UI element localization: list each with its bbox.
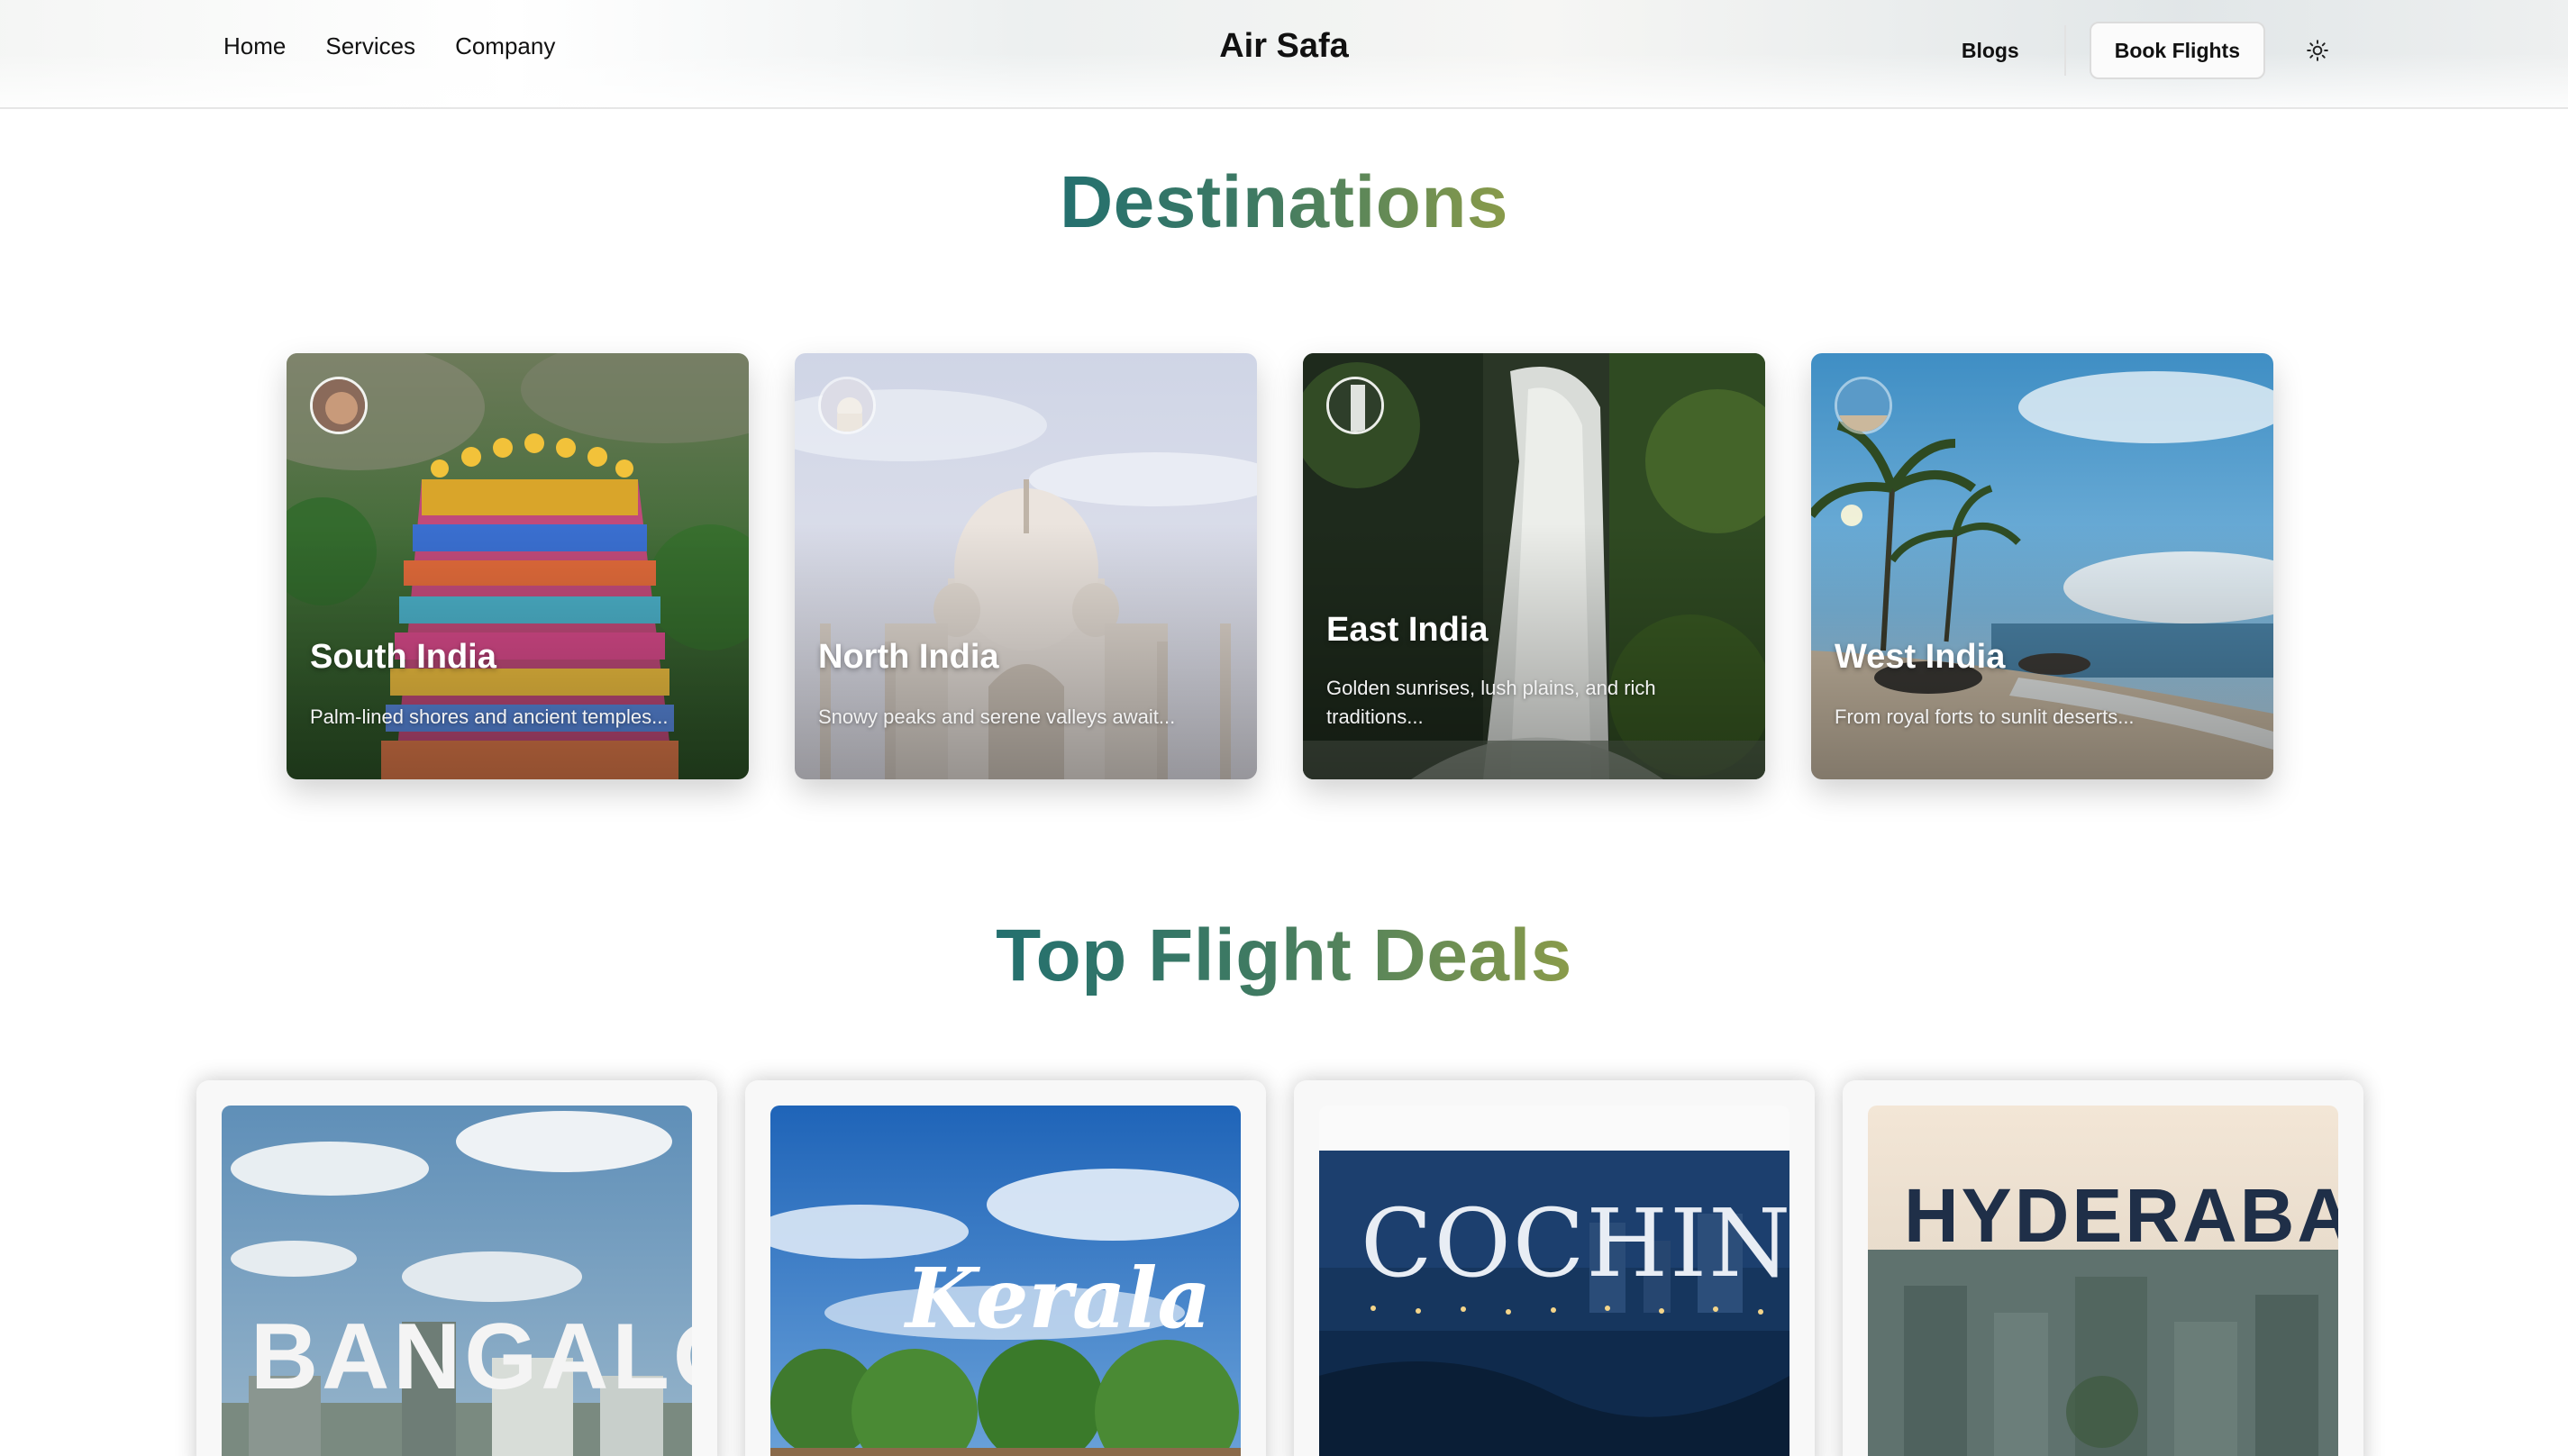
nav-divider bbox=[2063, 25, 2066, 76]
sun-icon bbox=[2307, 40, 2328, 61]
deal-image: COCHIN bbox=[1319, 1106, 1789, 1456]
destinations-heading: Destinations bbox=[0, 160, 2568, 245]
destinations-heading-text: Destinations bbox=[1059, 161, 1509, 243]
brand-logo-text[interactable]: Air Safa bbox=[1219, 27, 1349, 65]
destination-name: West India bbox=[1835, 638, 2006, 676]
deal-city-label: Kerala bbox=[906, 1250, 1212, 1347]
deal-image: Kerala bbox=[770, 1106, 1241, 1456]
destination-card-east-india[interactable]: East India Golden sunrises, lush plains,… bbox=[1303, 353, 1765, 779]
destination-card-south-india[interactable]: South India Palm-lined shores and ancien… bbox=[287, 353, 749, 779]
nav-link-company[interactable]: Company bbox=[455, 32, 555, 60]
deal-card-hyderabad[interactable]: HYDERABAD bbox=[1843, 1080, 2363, 1456]
nav-link-blogs[interactable]: Blogs bbox=[1962, 39, 2019, 63]
destination-name: East India bbox=[1326, 611, 1489, 649]
hyderabad-image bbox=[1868, 1106, 2338, 1456]
destination-description: Golden sunrises, lush plains, and rich t… bbox=[1326, 677, 1656, 728]
destination-avatar bbox=[818, 377, 876, 434]
destination-card-north-india[interactable]: North India Snowy peaks and serene valle… bbox=[795, 353, 1257, 779]
page: Home Services Company Air Safa Blogs Boo… bbox=[0, 0, 2568, 1456]
destination-name: South India bbox=[310, 638, 496, 676]
destination-name: North India bbox=[818, 638, 999, 676]
destination-avatar bbox=[310, 377, 368, 434]
deal-image: HYDERABAD bbox=[1868, 1106, 2338, 1456]
theme-toggle-button[interactable] bbox=[2301, 34, 2334, 67]
primary-nav: Home Services Company bbox=[223, 32, 555, 60]
deal-card-cochin[interactable]: COCHIN bbox=[1294, 1080, 1815, 1456]
destination-description: Palm-lined shores and ancient temples... bbox=[310, 705, 669, 728]
destination-avatar bbox=[1326, 377, 1384, 434]
deal-city-label: BANGALO bbox=[250, 1305, 692, 1409]
deal-card-kerala[interactable]: Kerala bbox=[745, 1080, 1266, 1456]
card-overlay bbox=[1303, 523, 1765, 779]
nav-link-services[interactable]: Services bbox=[325, 32, 415, 60]
nav-actions: Blogs Book Flights bbox=[1962, 22, 2334, 79]
destination-card-west-india[interactable]: West India From royal forts to sunlit de… bbox=[1811, 353, 2273, 779]
book-flights-button[interactable]: Book Flights bbox=[2089, 22, 2265, 79]
deal-city-label: COCHIN bbox=[1361, 1188, 1789, 1298]
destination-description: From royal forts to sunlit deserts... bbox=[1835, 705, 2135, 728]
destination-avatar bbox=[1835, 377, 1892, 434]
nav-link-home[interactable]: Home bbox=[223, 32, 286, 60]
top-flight-deals-heading-text: Top Flight Deals bbox=[996, 915, 1572, 996]
deal-card-bangalore[interactable]: BANGALO bbox=[196, 1080, 717, 1456]
destination-description: Snowy peaks and serene valleys await... bbox=[818, 705, 1176, 728]
navbar: Home Services Company Air Safa Blogs Boo… bbox=[0, 0, 2568, 109]
top-flight-deals-heading: Top Flight Deals bbox=[0, 914, 2568, 998]
deal-city-label: HYDERABAD bbox=[1904, 1173, 2338, 1258]
deal-image: BANGALO bbox=[222, 1106, 692, 1456]
